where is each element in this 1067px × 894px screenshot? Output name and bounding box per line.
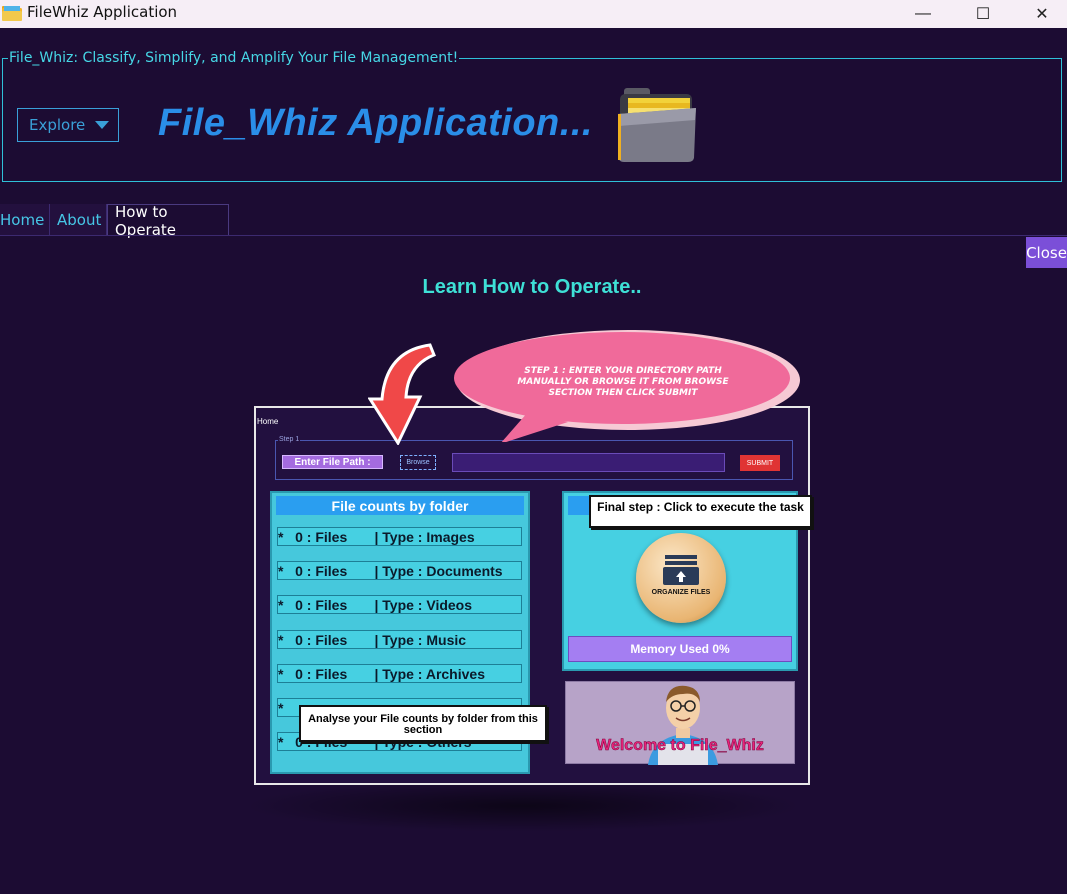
illustration-shadow [243,780,803,832]
tutorial-analyse-callout: Analyse your File counts by folder from … [299,705,547,742]
minimize-button[interactable]: — [900,0,946,28]
organize-files-icon [636,533,726,623]
tutorial-step1-text: Step 1 : Enter your Directory path manua… [517,366,729,398]
arrow-down-icon [368,343,436,445]
tab-divider [0,235,1067,236]
maximize-button[interactable]: ☐ [960,0,1006,28]
tutorial-home-label: Home [257,417,279,426]
tutorial-submit-button: SUBMIT [740,455,780,471]
tutorial-path-input [452,453,725,472]
tab-how-to-operate[interactable]: How to Operate [107,203,229,239]
tutorial-memory-bar: Memory Used 0% [568,636,792,662]
tutorial-count-row: * 0 : Files | Type : Documents [277,561,522,580]
folder-app-icon [2,6,22,21]
tutorial-count-row: * 0 : Files | Type : Archives [277,664,522,683]
page-heading: Learn How to Operate.. [422,276,642,298]
tutorial-final-step-callout: Final step : Click to execute the task [589,495,812,528]
tutorial-counts-heading: File counts by folder [276,496,524,515]
tutorial-count-row: * 0 : Files | Type : Videos [277,595,522,614]
explore-label: Explore [29,116,86,134]
tutorial-count-row: * 0 : Files | Type : Images [277,527,522,546]
app-heading: File_Whiz Application... [158,102,593,144]
folder-icon [618,88,696,162]
explore-dropdown[interactable]: Explore [17,108,119,142]
tutorial-count-row: * 0 : Files | Type : Music [277,630,522,649]
tab-home[interactable]: Home [0,204,50,236]
tab-about[interactable]: About [50,204,107,236]
tutorial-enter-path-label: Enter File Path : [282,455,383,469]
tutorial-step-legend: Step 1 [278,436,301,443]
tutorial-welcome-text: Welcome to File_Whiz [596,737,764,755]
window-close-button[interactable]: ✕ [1019,0,1065,28]
header-tagline: File_Whiz: Classify, Simplify, and Ampli… [8,50,460,66]
tutorial-organize-label: ORGANIZE FILES [651,589,711,596]
chevron-down-icon [95,121,109,129]
archive-box-icon [663,555,699,585]
tab-bar: Home About How to Operate [0,203,229,239]
tutorial-browse-button: Browse [400,455,436,470]
title-bar: FileWhiz Application — ☐ ✕ [0,0,1067,28]
close-button[interactable]: Close [1026,237,1067,268]
window-title: FileWhiz Application [27,3,178,21]
